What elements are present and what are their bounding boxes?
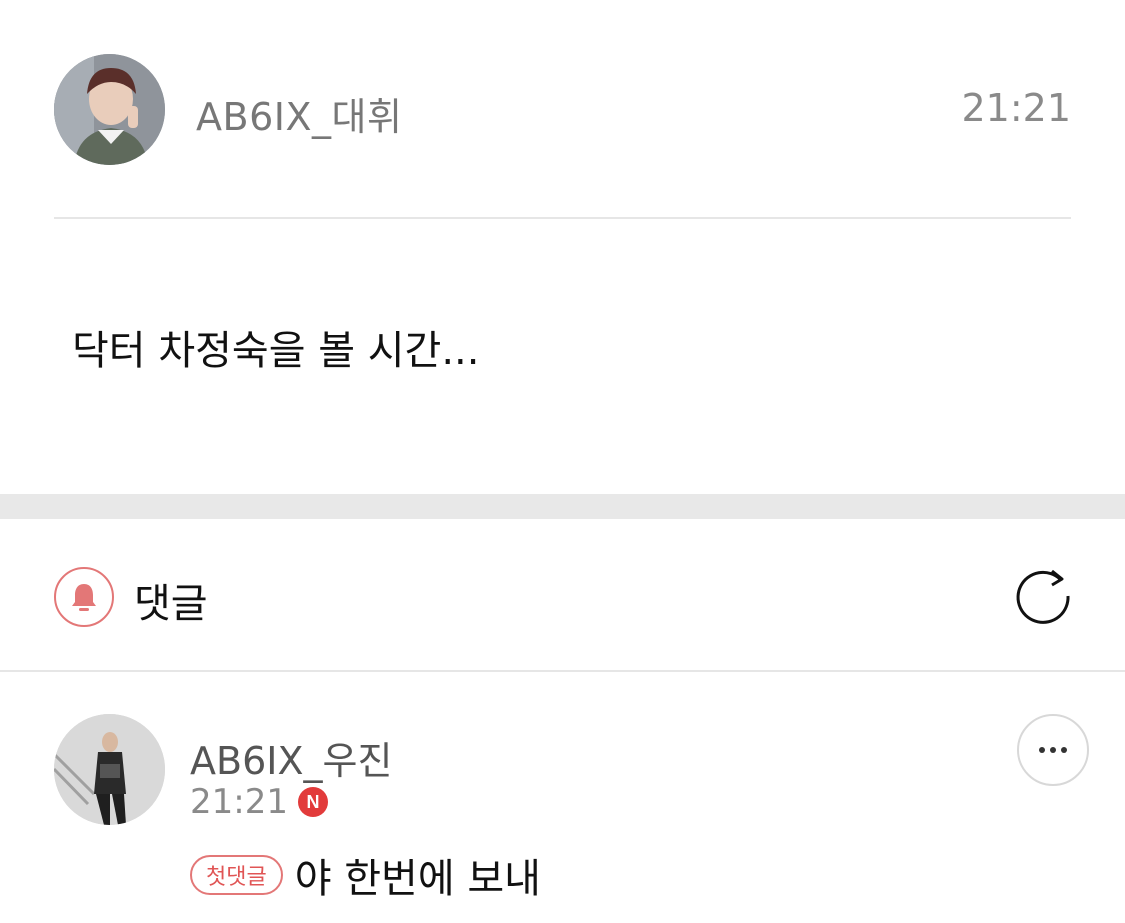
post-header: AB6IX_대휘 21:21 — [0, 0, 1125, 219]
comment-item: AB6IX_우진 21:21 N 첫댓글 야 한번에 보내 — [0, 672, 1125, 923]
avatar-photo-icon — [54, 714, 165, 825]
new-badge: N — [297, 787, 328, 817]
notification-button[interactable] — [54, 567, 114, 627]
comment-author-avatar[interactable] — [54, 714, 165, 825]
header-divider — [54, 217, 1071, 219]
comments-header: 댓글 — [0, 519, 1125, 671]
comment-more-button[interactable] — [1017, 714, 1089, 786]
more-dots-icon — [1039, 747, 1067, 753]
refresh-button[interactable] — [1010, 563, 1076, 629]
bell-icon — [72, 584, 96, 611]
post-timestamp: 21:21 — [961, 86, 1071, 130]
comment-author-name[interactable]: AB6IX_우진 — [190, 730, 392, 785]
comment-meta: 21:21 N — [190, 782, 328, 822]
comment-timestamp: 21:21 — [190, 782, 288, 822]
post-body-text: 닥터 차정숙을 볼 시간... — [72, 328, 480, 374]
avatar-photo-icon — [54, 54, 165, 165]
post-author-avatar[interactable] — [54, 54, 165, 165]
comment-content: 첫댓글 야 한번에 보내 — [190, 846, 541, 904]
post-author-name[interactable]: AB6IX_대휘 — [196, 86, 402, 141]
first-comment-badge: 첫댓글 — [190, 855, 283, 895]
comment-text: 야 한번에 보내 — [294, 856, 541, 902]
comments-title: 댓글 — [134, 581, 208, 627]
refresh-icon — [1016, 569, 1070, 624]
section-separator — [0, 494, 1125, 519]
